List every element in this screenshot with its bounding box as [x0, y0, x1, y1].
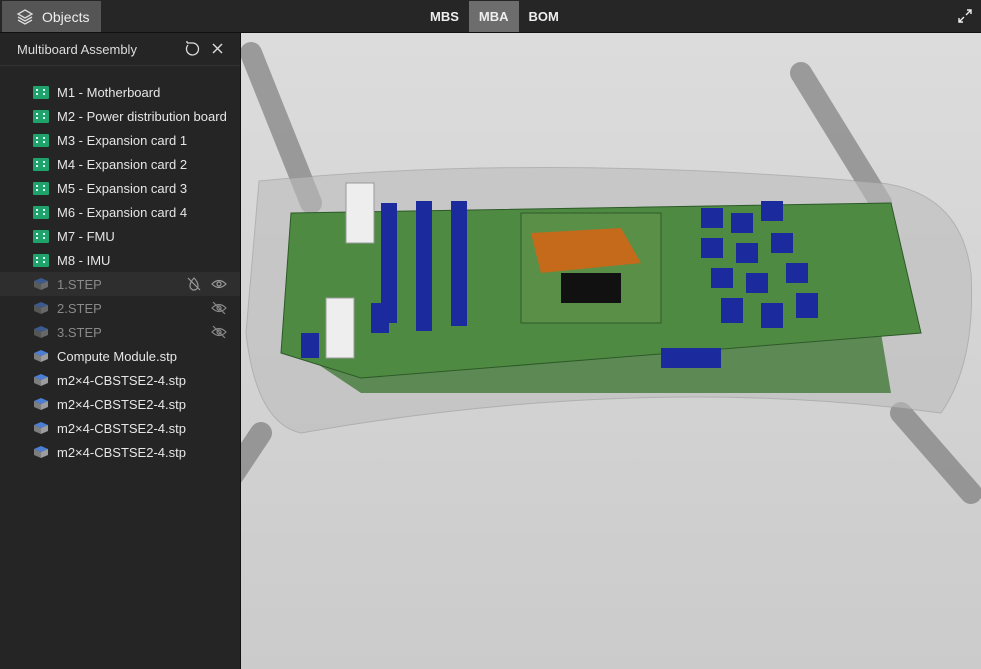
board-icon: [33, 109, 49, 123]
board-icon: [33, 85, 49, 99]
tab-bom[interactable]: BOM: [519, 1, 569, 32]
tab-mba[interactable]: MBA: [468, 1, 519, 32]
layers-icon: [16, 8, 34, 25]
tree-item[interactable]: 1.STEP: [0, 272, 240, 296]
tree-item[interactable]: 2.STEP: [0, 296, 240, 320]
cube-icon: [34, 350, 48, 362]
isolate-off-icon[interactable]: [186, 276, 202, 292]
eye-icon[interactable]: [211, 276, 227, 292]
processor: [561, 273, 621, 303]
tree-item-label: m2×4-CBSTSE2-4.stp: [57, 420, 186, 436]
eye-off-icon[interactable]: [211, 300, 227, 316]
tree-item[interactable]: m2×4-CBSTSE2-4.stp: [0, 392, 240, 416]
tree-item[interactable]: m2×4-CBSTSE2-4.stp: [0, 368, 240, 392]
tree-item[interactable]: M3 - Expansion card 1: [0, 128, 240, 152]
tree-item[interactable]: m2×4-CBSTSE2-4.stp: [0, 416, 240, 440]
3d-viewport[interactable]: [241, 33, 981, 669]
cube-icon: [34, 374, 48, 386]
tree-item-label: M3 - Expansion card 1: [57, 132, 188, 148]
board-icon: [33, 181, 49, 195]
assembly-model: [241, 33, 981, 669]
cube-icon: [34, 302, 48, 314]
tree-item-label: m2×4-CBSTSE2-4.stp: [57, 444, 186, 460]
top-bar: Objects MBS MBA BOM: [0, 0, 981, 33]
eye-off-icon[interactable]: [211, 324, 227, 340]
tree-item-label: M4 - Expansion card 2: [57, 156, 188, 172]
tree-item-label: Compute Module.stp: [57, 348, 177, 364]
tree-item[interactable]: M8 - IMU: [0, 248, 240, 272]
board-icon: [33, 157, 49, 171]
objects-label: Objects: [42, 8, 90, 25]
reset-icon[interactable]: [184, 41, 200, 57]
cube-icon: [34, 326, 48, 338]
tree-item-label: M7 - FMU: [57, 228, 115, 244]
tree-item[interactable]: m2×4-CBSTSE2-4.stp: [0, 440, 240, 464]
tree-item-label: M2 - Power distribution board: [57, 108, 227, 124]
panel-title: Multiboard Assembly: [17, 41, 137, 57]
cube-icon: [34, 278, 48, 290]
tree-item[interactable]: Compute Module.stp: [0, 344, 240, 368]
tree-item[interactable]: 3.STEP: [0, 320, 240, 344]
tree-item-label: m2×4-CBSTSE2-4.stp: [57, 396, 186, 412]
board-icon: [33, 253, 49, 267]
tree-item-label: 3.STEP: [57, 324, 102, 340]
panel-header: Multiboard Assembly: [0, 33, 240, 66]
board-icon: [33, 205, 49, 219]
fullscreen-icon[interactable]: [957, 8, 973, 24]
cube-icon: [34, 422, 48, 434]
close-icon[interactable]: [211, 42, 224, 55]
tree-item-label: m2×4-CBSTSE2-4.stp: [57, 372, 186, 388]
tab-mbs[interactable]: MBS: [420, 1, 469, 32]
board-icon: [33, 229, 49, 243]
cube-icon: [34, 398, 48, 410]
tree-item[interactable]: M7 - FMU: [0, 224, 240, 248]
tree-item[interactable]: M5 - Expansion card 3: [0, 176, 240, 200]
objects-button[interactable]: Objects: [2, 1, 101, 32]
tree-item-label: M5 - Expansion card 3: [57, 180, 188, 196]
tree-item-label: M6 - Expansion card 4: [57, 204, 188, 220]
cube-icon: [34, 446, 48, 458]
tree-item[interactable]: M6 - Expansion card 4: [0, 200, 240, 224]
board-icon: [33, 133, 49, 147]
tree-item-label: M8 - IMU: [57, 252, 111, 268]
tree-item-label: 1.STEP: [57, 276, 102, 292]
tree-item-label: 2.STEP: [57, 300, 102, 316]
tree-item[interactable]: M1 - Motherboard: [0, 80, 240, 104]
objects-panel: Multiboard Assembly M1 - Motherboard M2 -…: [0, 33, 241, 669]
tree-item[interactable]: M2 - Power distribution board: [0, 104, 240, 128]
tree-item-label: M1 - Motherboard: [57, 84, 161, 100]
tree-item[interactable]: M4 - Expansion card 2: [0, 152, 240, 176]
